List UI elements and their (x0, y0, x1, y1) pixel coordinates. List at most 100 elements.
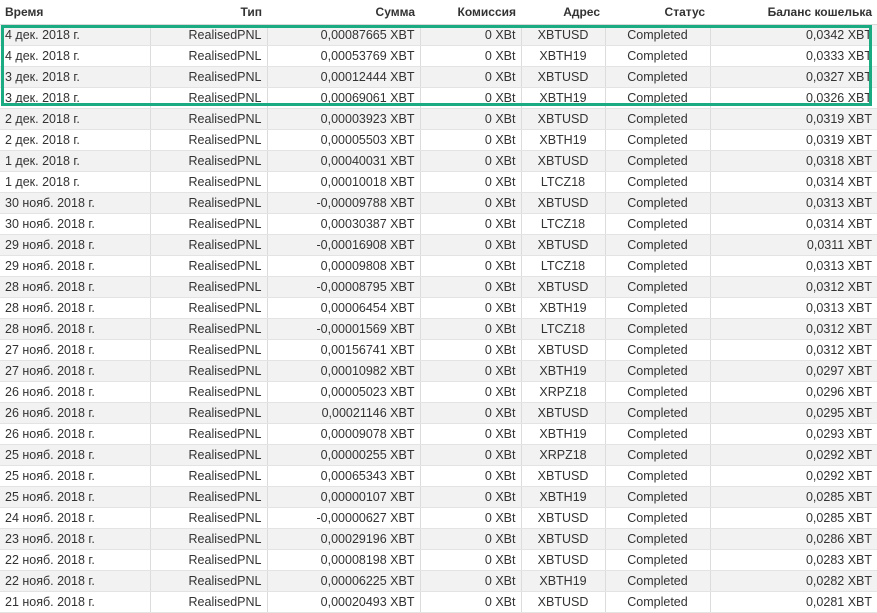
cell-fee: 0 XBt (420, 297, 522, 319)
column-header-address[interactable]: Адрес (521, 0, 605, 25)
cell-fee: 0 XBt (420, 87, 522, 109)
cell-address: XBTUSD (521, 192, 606, 214)
table-row[interactable]: 29 нояб. 2018 г. RealisedPNL -0,00016908 X… (0, 234, 877, 256)
cell-wallet-balance: 0,0295 XBT (710, 402, 877, 424)
table-row[interactable]: 28 нояб. 2018 г. RealisedPNL 0,00006454 XB… (0, 297, 877, 319)
cell-fee: 0 XBt (420, 381, 522, 403)
cell-address: LTCZ18 (521, 171, 606, 193)
table-row[interactable]: 2 дек. 2018 г. RealisedPNL 0,00005503 XBT 0… (0, 129, 877, 151)
column-header-fee[interactable]: Комиссия (420, 0, 521, 25)
cell-wallet-balance: 0,0297 XBT (710, 360, 877, 382)
cell-address: XBTH19 (521, 297, 606, 319)
table-row[interactable]: 22 нояб. 2018 г. RealisedPNL 0,00006225 XB… (0, 570, 877, 592)
cell-type: RealisedPNL (150, 129, 268, 151)
table-row[interactable]: 21 нояб. 2018 г. RealisedPNL 0,00020493 XB… (0, 591, 877, 613)
cell-wallet-balance: 0,0312 XBT (710, 318, 877, 340)
cell-type: RealisedPNL (150, 108, 268, 130)
cell-fee: 0 XBt (420, 591, 522, 613)
cell-address: XBTUSD (521, 507, 606, 529)
cell-amount: -0,00001569 XBT (267, 318, 421, 340)
cell-status: Completed (605, 150, 711, 172)
table-row[interactable]: 26 нояб. 2018 г. RealisedPNL 0,00009078 XB… (0, 423, 877, 445)
cell-fee: 0 XBt (420, 570, 522, 592)
table-row[interactable]: 1 дек. 2018 г. RealisedPNL 0,00010018 XBT 0… (0, 171, 877, 193)
cell-type: RealisedPNL (150, 465, 268, 487)
table-row[interactable]: 28 нояб. 2018 г. RealisedPNL -0,00008795 X… (0, 276, 877, 298)
table-row[interactable]: 25 нояб. 2018 г. RealisedPNL 0,00065343 XB… (0, 465, 877, 487)
cell-amount: -0,00008795 XBT (267, 276, 421, 298)
column-header-wallet-balance[interactable]: Баланс кошелька (710, 0, 877, 25)
table-row[interactable]: 30 нояб. 2018 г. RealisedPNL -0,00009788 X… (0, 192, 877, 214)
table-row[interactable]: 23 нояб. 2018 г. RealisedPNL 0,00029196 XB… (0, 528, 877, 550)
cell-type: RealisedPNL (150, 276, 268, 298)
cell-type: RealisedPNL (150, 507, 268, 529)
cell-address: XRPZ18 (521, 381, 606, 403)
column-header-time[interactable]: Время (0, 0, 150, 25)
cell-fee: 0 XBt (420, 66, 522, 88)
cell-status: Completed (605, 171, 711, 193)
cell-status: Completed (605, 45, 711, 67)
cell-type: RealisedPNL (150, 528, 268, 550)
table-row[interactable]: 22 нояб. 2018 г. RealisedPNL 0,00008198 XB… (0, 549, 877, 571)
table-row[interactable]: 30 нояб. 2018 г. RealisedPNL 0,00030387 XB… (0, 213, 877, 235)
cell-time: 23 нояб. 2018 г. (0, 528, 151, 550)
table-row[interactable]: 3 дек. 2018 г. RealisedPNL 0,00069061 XBT 0… (0, 87, 877, 109)
cell-time: 25 нояб. 2018 г. (0, 444, 151, 466)
column-header-type[interactable]: Тип (150, 0, 267, 25)
cell-status: Completed (605, 570, 711, 592)
column-header-status[interactable]: Статус (605, 0, 710, 25)
cell-amount: 0,00006454 XBT (267, 297, 421, 319)
table-row[interactable]: 29 нояб. 2018 г. RealisedPNL 0,00009808 XB… (0, 255, 877, 277)
cell-amount: 0,00020493 XBT (267, 591, 421, 613)
cell-wallet-balance: 0,0312 XBT (710, 276, 877, 298)
cell-wallet-balance: 0,0313 XBT (710, 297, 877, 319)
cell-fee: 0 XBt (420, 549, 522, 571)
table-row[interactable]: 25 нояб. 2018 г. RealisedPNL 0,00000107 XB… (0, 486, 877, 508)
table-row[interactable]: 4 дек. 2018 г. RealisedPNL 0,00087665 XBT 0… (0, 24, 877, 46)
cell-wallet-balance: 0,0313 XBT (710, 192, 877, 214)
table-row[interactable]: 26 нояб. 2018 г. RealisedPNL 0,00021146 XB… (0, 402, 877, 424)
table-row[interactable]: 4 дек. 2018 г. RealisedPNL 0,00053769 XBT 0… (0, 45, 877, 67)
cell-amount: 0,00021146 XBT (267, 402, 421, 424)
table-row[interactable]: 27 нояб. 2018 г. RealisedPNL 0,00010982 XB… (0, 360, 877, 382)
cell-type: RealisedPNL (150, 66, 268, 88)
cell-amount: 0,00087665 XBT (267, 24, 421, 46)
cell-type: RealisedPNL (150, 339, 268, 361)
cell-amount: 0,00000107 XBT (267, 486, 421, 508)
table-row[interactable]: 1 дек. 2018 г. RealisedPNL 0,00040031 XBT 0… (0, 150, 877, 172)
cell-time: 1 дек. 2018 г. (0, 150, 151, 172)
cell-amount: -0,00000627 XBT (267, 507, 421, 529)
cell-type: RealisedPNL (150, 297, 268, 319)
cell-address: LTCZ18 (521, 318, 606, 340)
cell-time: 26 нояб. 2018 г. (0, 402, 151, 424)
cell-fee: 0 XBt (420, 276, 522, 298)
cell-type: RealisedPNL (150, 360, 268, 382)
cell-fee: 0 XBt (420, 423, 522, 445)
cell-type: RealisedPNL (150, 192, 268, 214)
cell-type: RealisedPNL (150, 24, 268, 46)
table-row[interactable]: 27 нояб. 2018 г. RealisedPNL 0,00156741 XB… (0, 339, 877, 361)
column-header-amount[interactable]: Сумма (267, 0, 420, 25)
cell-status: Completed (605, 276, 711, 298)
cell-wallet-balance: 0,0292 XBT (710, 444, 877, 466)
cell-amount: 0,00009808 XBT (267, 255, 421, 277)
cell-fee: 0 XBt (420, 45, 522, 67)
table-row[interactable]: 25 нояб. 2018 г. RealisedPNL 0,00000255 XB… (0, 444, 877, 466)
table-row[interactable]: 26 нояб. 2018 г. RealisedPNL 0,00005023 XB… (0, 381, 877, 403)
cell-amount: 0,00010018 XBT (267, 171, 421, 193)
table-row[interactable]: 24 нояб. 2018 г. RealisedPNL -0,00000627 X… (0, 507, 877, 529)
cell-status: Completed (605, 297, 711, 319)
cell-address: XBTUSD (521, 234, 606, 256)
cell-status: Completed (605, 318, 711, 340)
table-row[interactable]: 2 дек. 2018 г. RealisedPNL 0,00003923 XBT 0… (0, 108, 877, 130)
table-row[interactable]: 3 дек. 2018 г. RealisedPNL 0,00012444 XBT 0… (0, 66, 877, 88)
cell-wallet-balance: 0,0319 XBT (710, 129, 877, 151)
table-row[interactable]: 28 нояб. 2018 г. RealisedPNL -0,00001569 X… (0, 318, 877, 340)
cell-amount: 0,00012444 XBT (267, 66, 421, 88)
cell-type: RealisedPNL (150, 591, 268, 613)
cell-status: Completed (605, 87, 711, 109)
cell-address: XBTUSD (521, 549, 606, 571)
cell-status: Completed (605, 108, 711, 130)
cell-address: XBTUSD (521, 528, 606, 550)
cell-status: Completed (605, 381, 711, 403)
